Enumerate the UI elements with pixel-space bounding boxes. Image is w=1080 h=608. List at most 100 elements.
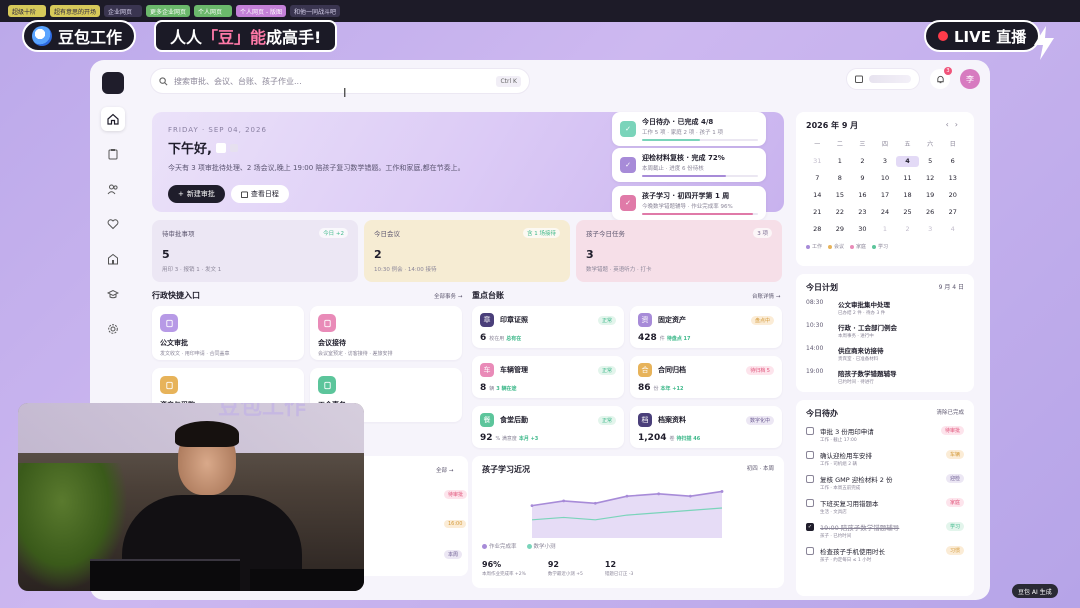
ledger-extra: 待扫描 46	[676, 436, 701, 442]
nav-approval[interactable]	[101, 142, 125, 166]
browser-tab[interactable]: 个人网页 - 版图	[236, 5, 287, 17]
nav-care[interactable]	[101, 212, 125, 236]
calendar-day[interactable]: 1	[829, 156, 852, 167]
todo-checkbox[interactable]	[806, 475, 814, 483]
calendar-panel: 2026 年 9 月 ‹› 一二三四五六日 31 1 2 3 4 5 6 7 8 9 10 11 12 13 1…	[796, 112, 974, 266]
search-input[interactable]: 搜索审批、会议、台账、孩子作业... Ctrl K	[150, 68, 530, 94]
calendar-day[interactable]: 3	[874, 156, 897, 167]
study-legend-label: 数学小测	[533, 544, 556, 550]
nav-people[interactable]	[101, 177, 125, 201]
stat-value: 3	[586, 248, 594, 261]
calendar-day[interactable]: 4	[941, 224, 964, 235]
plan-date: 9 月 4 日	[938, 284, 964, 291]
calendar-day[interactable]: 28	[806, 224, 829, 235]
stat-card[interactable]: 今日会议 含 1 场接待 2 10:30 例会 · 14:00 接待	[364, 220, 570, 282]
clear-completed-link[interactable]: 清除已完成	[936, 408, 964, 419]
ledger-card[interactable]: 章印章证照 正常 6 枚在用 总有在	[472, 306, 624, 348]
browser-tab[interactable]: 个人网页	[194, 5, 233, 17]
calendar-day[interactable]: 24	[874, 207, 897, 218]
todo-item-desc: 孩子 · 约定每日 ≤ 1 小时	[820, 558, 872, 563]
quick-action-card[interactable]: 公文审批 发文收文 · 用印申请 · 合同盖章	[152, 306, 304, 360]
hero-card-progress-fill	[642, 139, 700, 141]
calendar-day[interactable]: 26	[919, 207, 942, 218]
calendar-day[interactable]: 29	[829, 224, 852, 235]
nav-study[interactable]	[101, 282, 125, 306]
calendar-day[interactable]: 18	[896, 190, 919, 201]
todo-checkbox[interactable]	[806, 451, 814, 459]
quick-action-card[interactable]: 会议接待 会议室预定 · 访客接待 · 差旅安排	[310, 306, 462, 360]
view-schedule-button[interactable]: 查看日程	[230, 185, 289, 203]
calendar-day[interactable]: 22	[829, 207, 852, 218]
plan-item[interactable]: 19:00 陪孩子数学错题辅导 已约时间 · 待进行	[806, 368, 964, 385]
todo-checkbox[interactable]	[806, 547, 814, 555]
todo-checkbox[interactable]	[806, 499, 814, 507]
lower-left-link[interactable]: 全部 →	[436, 466, 453, 474]
ledger-card[interactable]: 餐食堂后勤 正常 92% 满意度 本月 +3	[472, 406, 624, 448]
calendar-day[interactable]: 9	[851, 173, 874, 184]
calendar-weekday: 二	[836, 141, 843, 148]
calendar-day[interactable]: 8	[829, 173, 852, 184]
browser-tab[interactable]: 超有意思的开场	[50, 5, 101, 17]
calendar-day[interactable]: 11	[896, 173, 919, 184]
ledger-card[interactable]: 档档案资料 数字化中 1,204 卷待扫描 46	[630, 406, 782, 448]
calendar-day[interactable]: 19	[919, 190, 942, 201]
calendar-day[interactable]: 2	[896, 224, 919, 235]
calendar-day[interactable]: 25	[896, 207, 919, 218]
calendar-day[interactable]: 15	[829, 190, 852, 201]
hero-card[interactable]: ✓ 孩子学习 · 初四开学第 1 周今晚数学错题辅导 · 作业完成率 96%	[612, 186, 766, 220]
gear-icon	[108, 324, 118, 334]
notification-button[interactable]: 3	[930, 67, 952, 89]
calendar-day[interactable]: 21	[806, 207, 829, 218]
calendar-day[interactable]: 13	[941, 173, 964, 184]
calendar-day[interactable]: 1	[874, 224, 897, 235]
browser-tab[interactable]: 企业网页	[104, 5, 143, 17]
legend-dot-icon	[806, 244, 810, 249]
browser-tab[interactable]: 更多企业网页	[146, 5, 191, 17]
plan-item[interactable]: 08:30 公文审批集中处理 已办结 2 件 · 待办 3 件	[806, 299, 964, 316]
nav-assets[interactable]	[101, 247, 125, 271]
hero-card[interactable]: ✓ 今日待办 · 已完成 4/8 工作 5 项 · 家庭 2 项 · 孩子 1 项	[612, 112, 766, 146]
calendar-day[interactable]: 5	[919, 156, 942, 167]
study-range[interactable]: 初四 · 本周	[747, 464, 774, 475]
brand-badge: 豆包工作	[22, 20, 137, 52]
hero-card[interactable]: ✓ 迎检材料复核 · 完成 72% 本周截止 · 进度 6 份待核	[612, 148, 766, 182]
ledger-card[interactable]: 合合同归档 待归档 5 86 份本年 +12	[630, 356, 782, 398]
browser-tab[interactable]: 超级十阶	[8, 5, 46, 17]
calendar-day[interactable]: 27	[941, 207, 964, 218]
browser-tab[interactable]: 和他一同战斗吧	[290, 5, 341, 17]
calendar-day[interactable]: 17	[874, 190, 897, 201]
new-approval-button[interactable]: + 新建审批	[168, 185, 225, 203]
ledger-card[interactable]: 车车辆管理 正常 8 辆 3 辆在途	[472, 356, 624, 398]
calendar-day[interactable]: 10	[874, 173, 897, 184]
calendar-nav-icons[interactable]: ‹›	[946, 120, 964, 131]
quick-actions-link[interactable]: 全部事务 →	[434, 292, 462, 300]
calendar-day[interactable]: 6	[941, 156, 964, 167]
calendar-day[interactable]: 31	[806, 156, 829, 167]
calendar-day[interactable]: 30	[851, 224, 874, 235]
calendar-day[interactable]: 14	[806, 190, 829, 201]
calendar-day[interactable]: 2	[851, 156, 874, 167]
calendar-day[interactable]: 3	[919, 224, 942, 235]
todo-checkbox[interactable]	[806, 427, 814, 435]
calendar-day[interactable]: 20	[941, 190, 964, 201]
stat-card[interactable]: 待审批事项 今日 +2 5 用印 3 · 报销 1 · 发文 1	[152, 220, 358, 282]
todo-checkbox[interactable]: ✓	[806, 523, 814, 531]
calendar-day[interactable]: 7	[806, 173, 829, 184]
stat-card[interactable]: 孩子今日任务 3 项 3 数学错题 · 英语听力 · 打卡	[576, 220, 782, 282]
ledger-value-row: 1,204 卷待扫描 46	[638, 433, 774, 443]
calendar-day[interactable]: 23	[851, 207, 874, 218]
ledger-unit: 卷	[669, 436, 675, 442]
plan-item[interactable]: 10:30 行政 · 工会部门例会 本周事务 · 进行中	[806, 322, 964, 339]
calendar-day[interactable]: 12	[919, 173, 942, 184]
plan-item[interactable]: 14:00 供应商来访接待 贵宾室 · 已准备材料	[806, 345, 964, 362]
building-icon	[108, 253, 118, 265]
calendar-day[interactable]: 4	[896, 156, 919, 167]
nav-settings[interactable]	[101, 317, 125, 341]
ledger-link[interactable]: 台账详情 →	[752, 292, 780, 300]
lower-left-tag: 本周	[444, 550, 463, 559]
ledger-card[interactable]: 资固定资产 盘点中 428 件待盘点 17	[630, 306, 782, 348]
calendar-day[interactable]: 16	[851, 190, 874, 201]
nav-home[interactable]	[101, 107, 125, 131]
avatar[interactable]: 李	[960, 69, 980, 89]
workspace-switcher[interactable]	[846, 68, 920, 90]
